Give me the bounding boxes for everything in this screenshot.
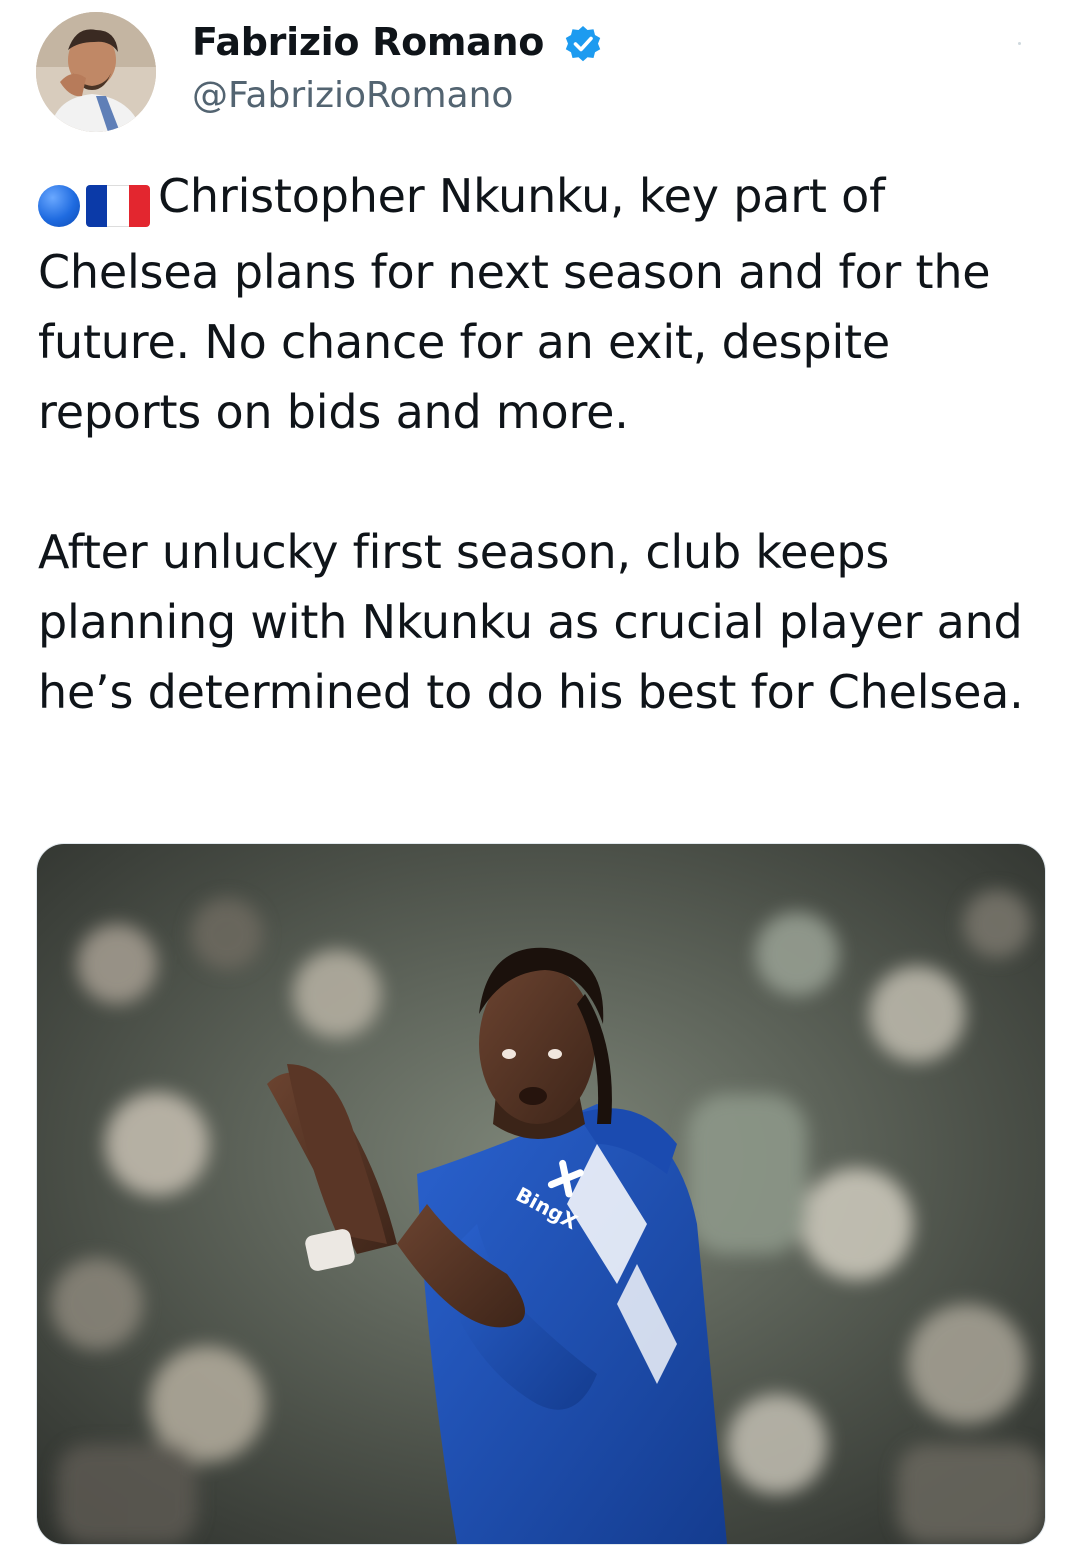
tweet-paragraph-text: Christopher Nkunku, key part of Chelsea … <box>38 169 991 439</box>
tweet-paragraph: After unlucky first season, club keeps p… <box>38 525 1024 719</box>
tweet-paragraph: Christopher Nkunku, key part of Chelsea … <box>38 161 1048 447</box>
avatar-photo <box>36 12 156 132</box>
player-photo: BingX <box>37 844 1045 1544</box>
tweet: Fabrizio Romano @FabrizioRomano Christop… <box>0 0 1080 1555</box>
author-avatar[interactable] <box>36 12 156 132</box>
blue-circle-icon <box>38 184 80 227</box>
tweet-text: Christopher Nkunku, key part of Chelsea … <box>38 161 1048 727</box>
tweet-media-photo[interactable]: BingX <box>36 843 1046 1545</box>
verified-badge-icon <box>565 26 601 62</box>
more-options-icon[interactable] <box>1018 42 1021 45</box>
author-handle[interactable]: @FabrizioRomano <box>192 70 513 122</box>
author-display-name[interactable]: Fabrizio Romano <box>192 14 544 70</box>
flag-france-icon <box>86 184 150 227</box>
emoji-group <box>38 167 150 237</box>
